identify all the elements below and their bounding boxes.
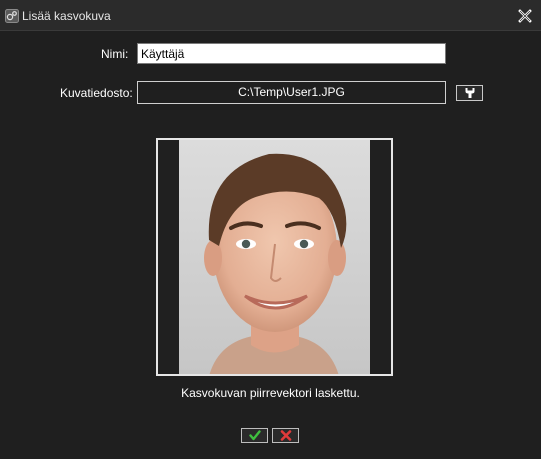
checkmark-icon bbox=[249, 430, 261, 441]
title-bar[interactable]: Lisää kasvokuva bbox=[0, 0, 541, 31]
name-input[interactable] bbox=[137, 43, 446, 64]
face-image-frame bbox=[156, 138, 393, 376]
app-icon bbox=[5, 9, 19, 23]
close-icon[interactable] bbox=[518, 9, 532, 23]
status-text: Kasvokuvan piirrevektori laskettu. bbox=[181, 386, 360, 400]
x-icon bbox=[280, 430, 292, 441]
image-file-label: Kuvatiedosto: bbox=[60, 86, 133, 100]
ok-button[interactable] bbox=[241, 428, 268, 443]
face-photo bbox=[179, 140, 370, 374]
image-file-path[interactable]: C:\Temp\User1.JPG bbox=[137, 81, 446, 104]
window-title: Lisää kasvokuva bbox=[22, 9, 111, 23]
cancel-button[interactable] bbox=[272, 428, 299, 443]
browse-button[interactable] bbox=[456, 85, 483, 101]
add-face-dialog: Lisää kasvokuva Nimi: Kuvatiedosto: C:\T… bbox=[0, 0, 541, 459]
wrench-icon bbox=[465, 88, 475, 98]
name-label: Nimi: bbox=[101, 47, 129, 61]
